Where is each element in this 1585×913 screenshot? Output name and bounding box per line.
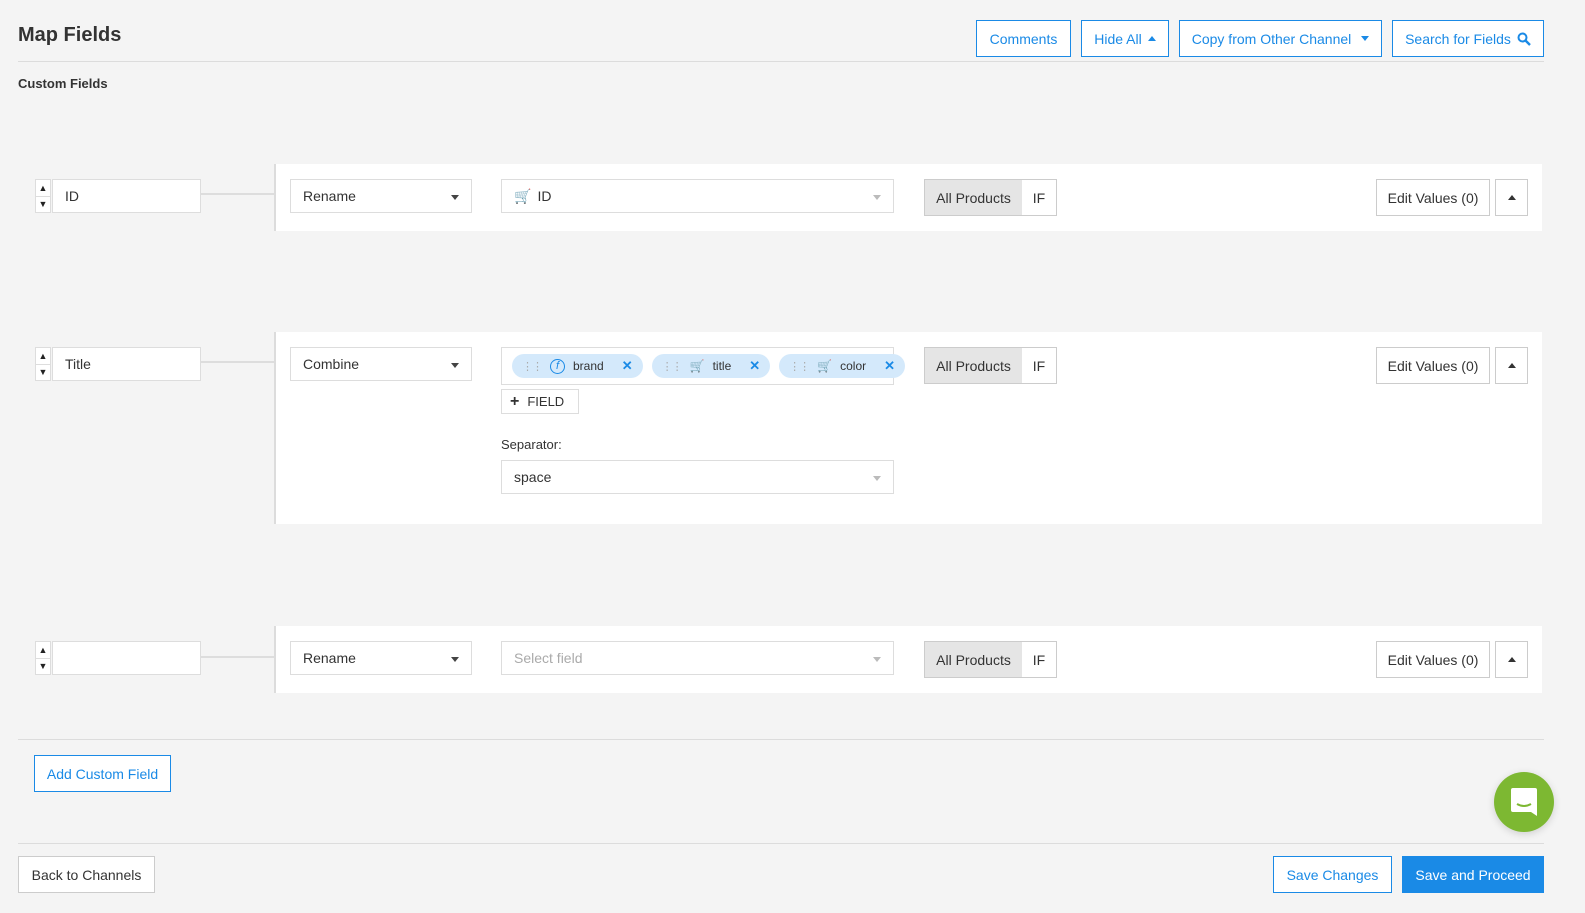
separator-value: space xyxy=(514,469,552,485)
edit-values-button[interactable]: Edit Values (0) xyxy=(1376,641,1490,678)
comments-label: Comments xyxy=(989,30,1058,47)
caret-up-icon xyxy=(1147,36,1156,41)
divider xyxy=(18,843,1544,844)
add-custom-field-button[interactable]: Add Custom Field xyxy=(34,755,171,792)
move-up-icon[interactable]: ▲ xyxy=(36,642,50,659)
page-title: Map Fields xyxy=(18,24,122,46)
chat-icon xyxy=(1511,788,1537,816)
source-field-value: ID xyxy=(537,188,552,204)
copy-label: Copy from Other Channel xyxy=(1191,30,1352,47)
chip-label: color xyxy=(840,359,867,373)
if-button[interactable]: IF xyxy=(1022,347,1057,384)
action-value: Rename xyxy=(303,188,356,204)
collapse-button[interactable] xyxy=(1495,641,1528,678)
comments-button[interactable]: Comments xyxy=(976,20,1071,57)
cart-icon: 🛒 xyxy=(514,187,532,204)
hide-all-button[interactable]: Hide All xyxy=(1081,20,1169,57)
copy-from-channel-button[interactable]: Copy from Other Channel xyxy=(1179,20,1382,57)
all-products-button[interactable]: All Products xyxy=(924,347,1023,384)
divider xyxy=(18,739,1544,740)
order-stepper[interactable]: ▲ ▼ xyxy=(35,347,51,381)
if-button[interactable]: IF xyxy=(1022,641,1057,678)
chip-label: title xyxy=(712,359,732,373)
caret-down-icon xyxy=(451,363,459,368)
search-icon xyxy=(1517,32,1531,46)
save-changes-button[interactable]: Save Changes xyxy=(1273,856,1392,893)
move-down-icon[interactable]: ▼ xyxy=(36,197,50,213)
field-chip[interactable]: ⋮⋮ 🛒 color ✕ xyxy=(779,354,906,378)
collapse-button[interactable] xyxy=(1495,179,1528,216)
source-field-placeholder: Select field xyxy=(514,650,583,666)
field-name-input[interactable] xyxy=(52,641,201,675)
separator-select[interactable]: space xyxy=(501,460,894,494)
connector-line xyxy=(201,656,274,658)
section-title: Custom Fields xyxy=(18,76,108,91)
remove-icon[interactable]: ✕ xyxy=(622,358,633,374)
action-select[interactable]: Rename xyxy=(290,641,472,675)
edit-values-button[interactable]: Edit Values (0) xyxy=(1376,347,1490,384)
chip-label: brand xyxy=(573,359,604,373)
action-select[interactable]: Combine xyxy=(290,347,472,381)
all-products-button[interactable]: All Products xyxy=(924,641,1023,678)
remove-icon[interactable]: ✕ xyxy=(749,358,760,374)
search-fields-button[interactable]: Search for Fields xyxy=(1392,20,1544,57)
search-label: Search for Fields xyxy=(1405,30,1511,47)
collapse-button[interactable] xyxy=(1495,347,1528,384)
caret-down-icon xyxy=(873,657,881,662)
caret-down-icon xyxy=(1361,36,1370,41)
caret-down-icon xyxy=(873,195,881,200)
separator-label: Separator: xyxy=(501,437,562,452)
order-stepper[interactable]: ▲ ▼ xyxy=(35,179,51,213)
save-and-proceed-button[interactable]: Save and Proceed xyxy=(1402,856,1544,893)
function-icon: f xyxy=(550,358,565,374)
combine-fields-input[interactable]: ⋮⋮ f brand ✕ ⋮⋮ 🛒 title ✕ ⋮⋮ 🛒 color ✕ xyxy=(501,347,906,385)
drag-handle-icon[interactable]: ⋮⋮ xyxy=(522,360,543,373)
chat-widget-button[interactable] xyxy=(1494,772,1554,832)
edit-values-button[interactable]: Edit Values (0) xyxy=(1376,179,1490,216)
action-value: Combine xyxy=(303,356,360,372)
caret-down-icon xyxy=(451,195,459,200)
drag-handle-icon[interactable]: ⋮⋮ xyxy=(662,360,683,373)
remove-icon[interactable]: ✕ xyxy=(884,358,895,374)
back-to-channels-button[interactable]: Back to Channels xyxy=(18,856,155,893)
field-name-input[interactable]: ID xyxy=(52,179,201,213)
divider xyxy=(18,61,1544,62)
caret-up-icon xyxy=(1507,657,1516,662)
source-field-select[interactable]: Select field xyxy=(501,641,894,675)
action-select[interactable]: Rename xyxy=(290,179,472,213)
hide-all-label: Hide All xyxy=(1094,30,1142,47)
field-name-input[interactable]: Title xyxy=(52,347,201,381)
caret-up-icon xyxy=(1507,363,1516,368)
caret-down-icon xyxy=(873,476,881,481)
move-down-icon[interactable]: ▼ xyxy=(36,659,50,675)
caret-down-icon xyxy=(451,657,459,662)
connector-line xyxy=(201,361,274,363)
caret-up-icon xyxy=(1507,195,1516,200)
order-stepper[interactable]: ▲ ▼ xyxy=(35,641,51,675)
add-field-button[interactable]: + FIELD xyxy=(501,389,579,414)
drag-handle-icon[interactable]: ⋮⋮ xyxy=(789,360,810,373)
field-chip[interactable]: ⋮⋮ f brand ✕ xyxy=(512,354,643,378)
cart-icon: 🛒 xyxy=(817,359,833,373)
plus-icon: + xyxy=(510,392,520,410)
field-chip[interactable]: ⋮⋮ 🛒 title ✕ xyxy=(651,354,771,378)
all-products-button[interactable]: All Products xyxy=(924,179,1023,216)
move-up-icon[interactable]: ▲ xyxy=(36,348,50,365)
add-field-label: FIELD xyxy=(527,394,565,409)
if-button[interactable]: IF xyxy=(1022,179,1057,216)
connector-line xyxy=(201,193,274,195)
cart-icon: 🛒 xyxy=(689,359,705,373)
action-value: Rename xyxy=(303,650,356,666)
move-up-icon[interactable]: ▲ xyxy=(36,180,50,197)
source-field-select[interactable]: 🛒 ID xyxy=(501,179,894,213)
move-down-icon[interactable]: ▼ xyxy=(36,365,50,381)
